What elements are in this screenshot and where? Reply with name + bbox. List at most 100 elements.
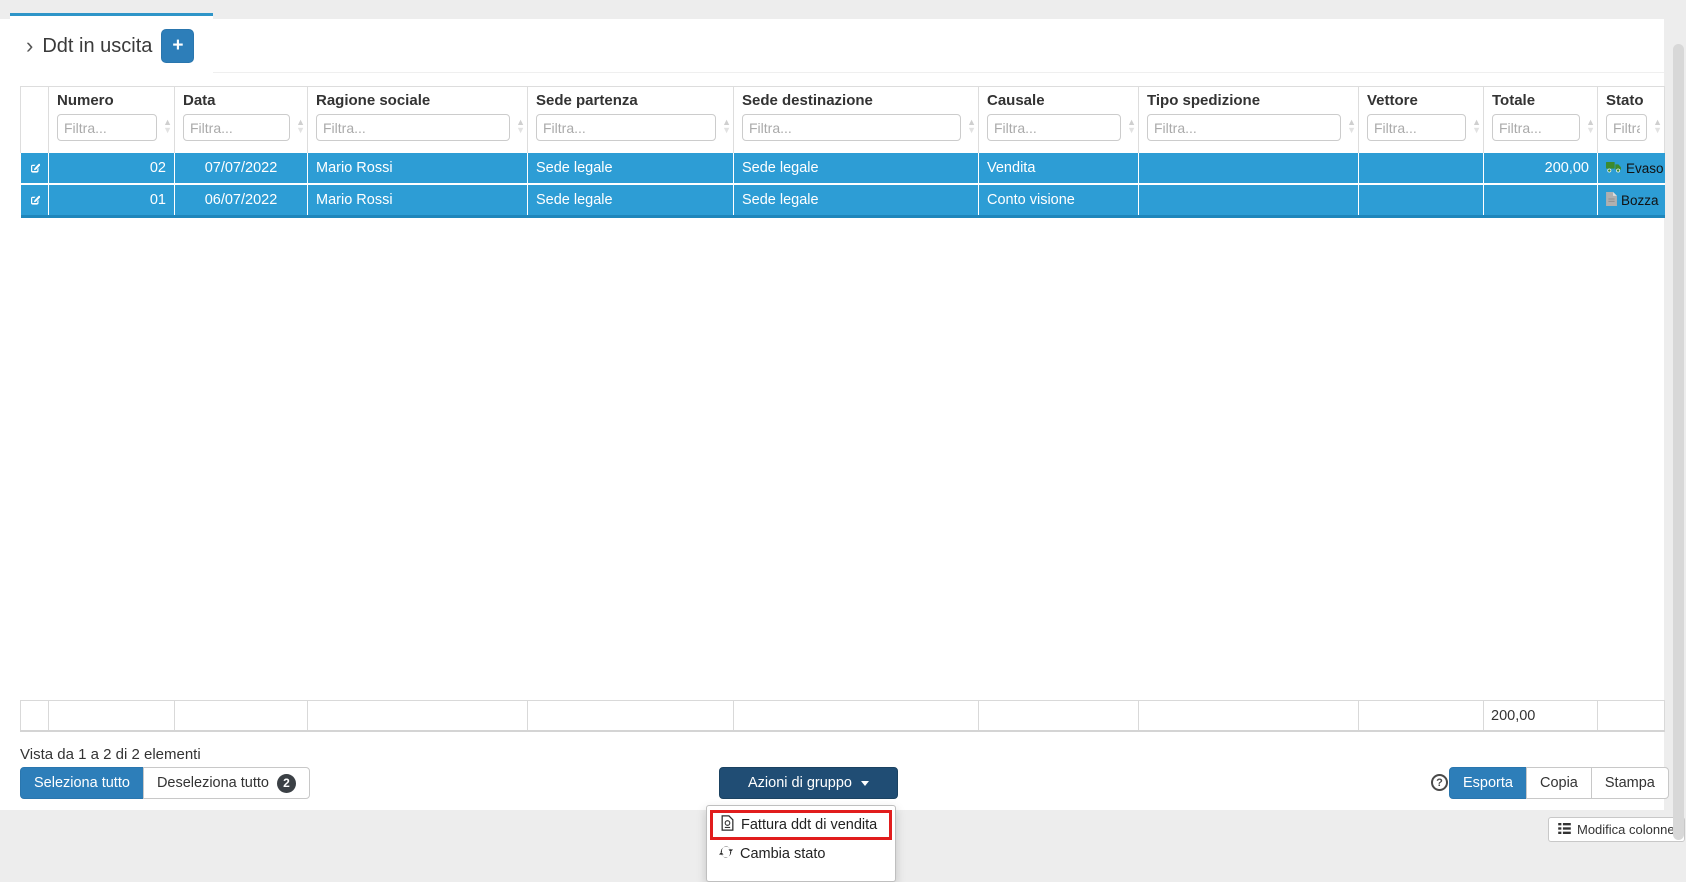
column-header-vettore[interactable]: Vettore ▲▼ xyxy=(1359,87,1484,154)
sort-carets-icon[interactable]: ▲▼ xyxy=(1586,118,1595,134)
footer-cell-causale xyxy=(979,701,1139,732)
export-button[interactable]: Esporta xyxy=(1449,767,1527,799)
filter-input-data[interactable] xyxy=(183,114,290,141)
table-row[interactable]: 0106/07/2022Mario RossiSede legaleSede l… xyxy=(21,184,1665,217)
footer-cell-select xyxy=(21,701,49,732)
column-label: Vettore xyxy=(1359,87,1483,112)
help-icon[interactable]: ? xyxy=(1431,774,1448,791)
menu-item-fattura-ddt-di-vendita[interactable]: Fattura ddt di vendita xyxy=(713,813,889,837)
footer-cell-stato xyxy=(1598,701,1665,732)
sort-carets-icon[interactable]: ▲▼ xyxy=(967,118,976,134)
add-document-button[interactable]: + xyxy=(161,29,194,63)
print-button[interactable]: Stampa xyxy=(1591,767,1669,799)
column-header-sede_partenza[interactable]: Sede partenza ▲▼ xyxy=(528,87,734,154)
sort-carets-icon[interactable]: ▲▼ xyxy=(163,118,172,134)
export-button-group: Esporta Copia Stampa xyxy=(1449,767,1669,799)
select-all-button[interactable]: Seleziona tutto xyxy=(20,767,144,799)
documents-table: Numero▲▼Data▲▼Ragione sociale▲▼Sede part… xyxy=(20,86,1664,218)
column-label: Stato xyxy=(1598,87,1664,112)
cell-tipo_spedizione xyxy=(1139,184,1359,217)
filter-input-tipo_spedizione[interactable] xyxy=(1147,114,1341,141)
column-header-stato[interactable]: Stato ▲▼ xyxy=(1598,87,1665,154)
truck-icon xyxy=(1606,161,1622,176)
cell-data: 06/07/2022 xyxy=(175,184,308,217)
cell-totale xyxy=(1484,184,1598,217)
sort-carets-icon[interactable]: ▲▼ xyxy=(722,118,731,134)
column-header-data[interactable]: Data ▲▼ xyxy=(175,87,308,154)
table-row[interactable]: 0207/07/2022Mario RossiSede legaleSede l… xyxy=(21,153,1665,184)
cell-totale: 200,00 xyxy=(1484,153,1598,184)
status-badge: Bozza xyxy=(1598,184,1665,217)
sort-carets-icon[interactable]: ▲▼ xyxy=(516,118,525,134)
column-label: Totale xyxy=(1484,87,1597,112)
cell-sede_destinazione: Sede legale xyxy=(734,184,979,217)
cell-vettore xyxy=(1359,184,1484,217)
column-label: Sede partenza xyxy=(528,87,733,112)
column-header-numero[interactable]: Numero ▲▼ xyxy=(49,87,175,154)
menu-item-cambia-stato[interactable]: Cambia stato xyxy=(707,841,895,867)
filter-input-sede_partenza[interactable] xyxy=(536,114,716,141)
cell-ragione_sociale: Mario Rossi xyxy=(308,184,528,217)
column-header-sede_destinazione[interactable]: Sede destinazione ▲▼ xyxy=(734,87,979,154)
filter-input-numero[interactable] xyxy=(57,114,157,141)
cell-tipo_spedizione xyxy=(1139,153,1359,184)
columns-list-icon xyxy=(1558,822,1571,837)
edit-row-icon[interactable] xyxy=(29,192,41,209)
edit-row-icon[interactable] xyxy=(29,160,41,177)
deselect-all-button[interactable]: Deseleziona tutto 2 xyxy=(143,767,310,799)
tab-ddt-in-uscita[interactable]: › Ddt in uscita + xyxy=(10,13,213,83)
group-actions-menu: Fattura ddt di vendita Cambia stato xyxy=(706,805,896,882)
filter-input-totale[interactable] xyxy=(1492,114,1580,141)
cell-causale: Conto visione xyxy=(979,184,1139,217)
sort-carets-icon[interactable]: ▲▼ xyxy=(296,118,305,134)
column-label: Sede destinazione xyxy=(734,87,978,112)
cell-sede_partenza: Sede legale xyxy=(528,184,734,217)
column-label: Numero xyxy=(49,87,174,112)
refresh-icon xyxy=(719,845,733,863)
results-summary: Vista da 1 a 2 di 2 elementi xyxy=(20,746,201,763)
sort-carets-icon[interactable]: ▲▼ xyxy=(1127,118,1136,134)
plus-icon: + xyxy=(172,35,183,57)
cell-vettore xyxy=(1359,153,1484,184)
group-actions-button[interactable]: Azioni di gruppo xyxy=(719,767,898,799)
filter-input-ragione_sociale[interactable] xyxy=(316,114,510,141)
vertical-scrollbar[interactable] xyxy=(1673,44,1684,840)
footer-cell-data xyxy=(175,701,308,732)
edit-columns-button[interactable]: Modifica colonne xyxy=(1548,817,1685,842)
filter-input-stato[interactable] xyxy=(1606,114,1647,141)
annotation-highlight-box: Fattura ddt di vendita xyxy=(710,810,892,840)
footer-cell-tipo_spedizione xyxy=(1139,701,1359,732)
filter-input-causale[interactable] xyxy=(987,114,1121,141)
column-header-ragione_sociale[interactable]: Ragione sociale ▲▼ xyxy=(308,87,528,154)
sort-carets-icon[interactable]: ▲▼ xyxy=(1472,118,1481,134)
page-title: Ddt in uscita xyxy=(42,35,152,58)
footer-cell-numero xyxy=(49,701,175,732)
column-header-causale[interactable]: Causale ▲▼ xyxy=(979,87,1139,154)
filter-input-vettore[interactable] xyxy=(1367,114,1466,141)
footer-cell-ragione_sociale xyxy=(308,701,528,732)
filter-input-sede_destinazione[interactable] xyxy=(742,114,961,141)
sort-carets-icon[interactable]: ▲▼ xyxy=(1347,118,1356,134)
table-footer-row: 200,00 xyxy=(20,700,1664,732)
column-header-tipo_spedizione[interactable]: Tipo spedizione▲▼ xyxy=(1139,87,1359,154)
footer-cell-sede_partenza xyxy=(528,701,734,732)
file-icon xyxy=(1606,192,1617,209)
column-label: Data xyxy=(175,87,307,112)
selection-button-group: Seleziona tutto Deseleziona tutto 2 xyxy=(20,767,310,799)
selected-count-badge: 2 xyxy=(277,774,296,793)
chevron-right-icon: › xyxy=(26,36,33,56)
cell-ragione_sociale: Mario Rossi xyxy=(308,153,528,184)
copy-button[interactable]: Copia xyxy=(1526,767,1592,799)
app-root: { "tab": { "chevron": "›", "title": "Ddt… xyxy=(0,0,1686,855)
column-header-select xyxy=(21,87,49,154)
cell-causale: Vendita xyxy=(979,153,1139,184)
caret-down-icon xyxy=(861,781,869,786)
cell-sede_partenza: Sede legale xyxy=(528,153,734,184)
column-label: Ragione sociale xyxy=(308,87,527,112)
column-header-totale[interactable]: Totale ▲▼ xyxy=(1484,87,1598,154)
footer-cell-vettore xyxy=(1359,701,1484,732)
cell-numero: 02 xyxy=(49,153,175,184)
column-label: Causale xyxy=(979,87,1138,112)
cell-numero: 01 xyxy=(49,184,175,217)
sort-carets-icon[interactable]: ▲▼ xyxy=(1653,118,1662,134)
